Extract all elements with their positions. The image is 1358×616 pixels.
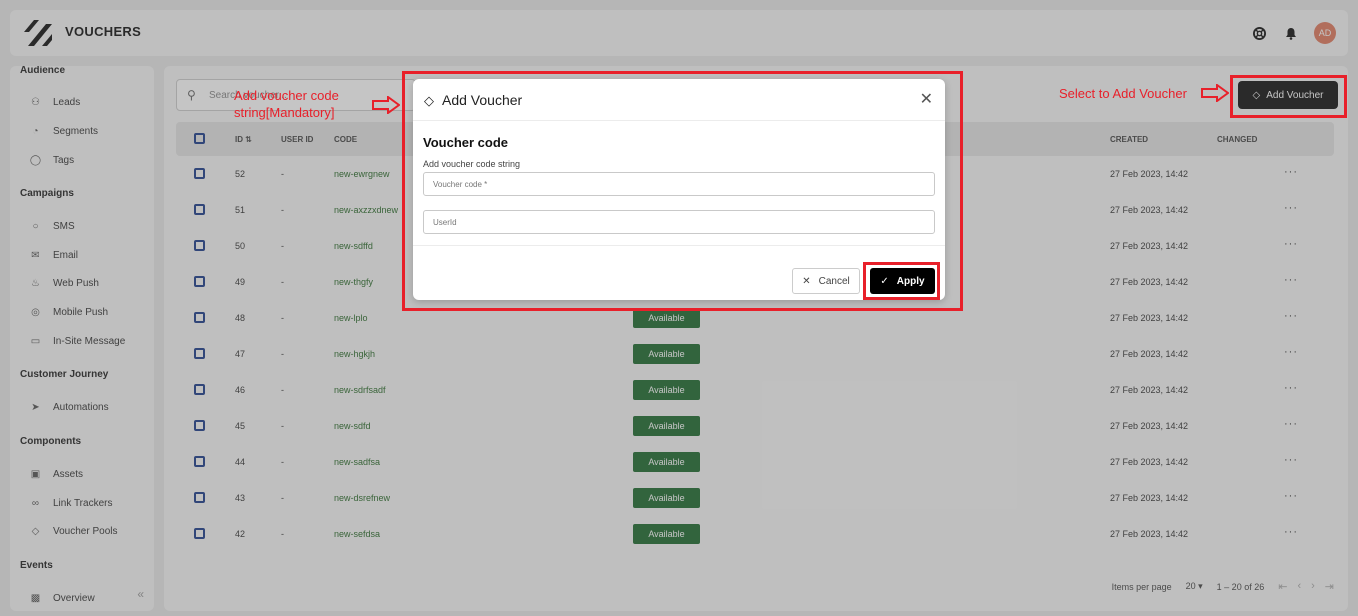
- apply-highlight-box: [863, 262, 940, 300]
- annotation-select-add-voucher: Select to Add Voucher: [1059, 86, 1187, 101]
- annotation-arrow-icon: [372, 96, 400, 114]
- annotation-mandatory-code: Add voucher code string[Mandatory]: [234, 88, 339, 120]
- annotation-arrow-icon: [1201, 84, 1229, 102]
- add-voucher-highlight-box: [1230, 75, 1347, 118]
